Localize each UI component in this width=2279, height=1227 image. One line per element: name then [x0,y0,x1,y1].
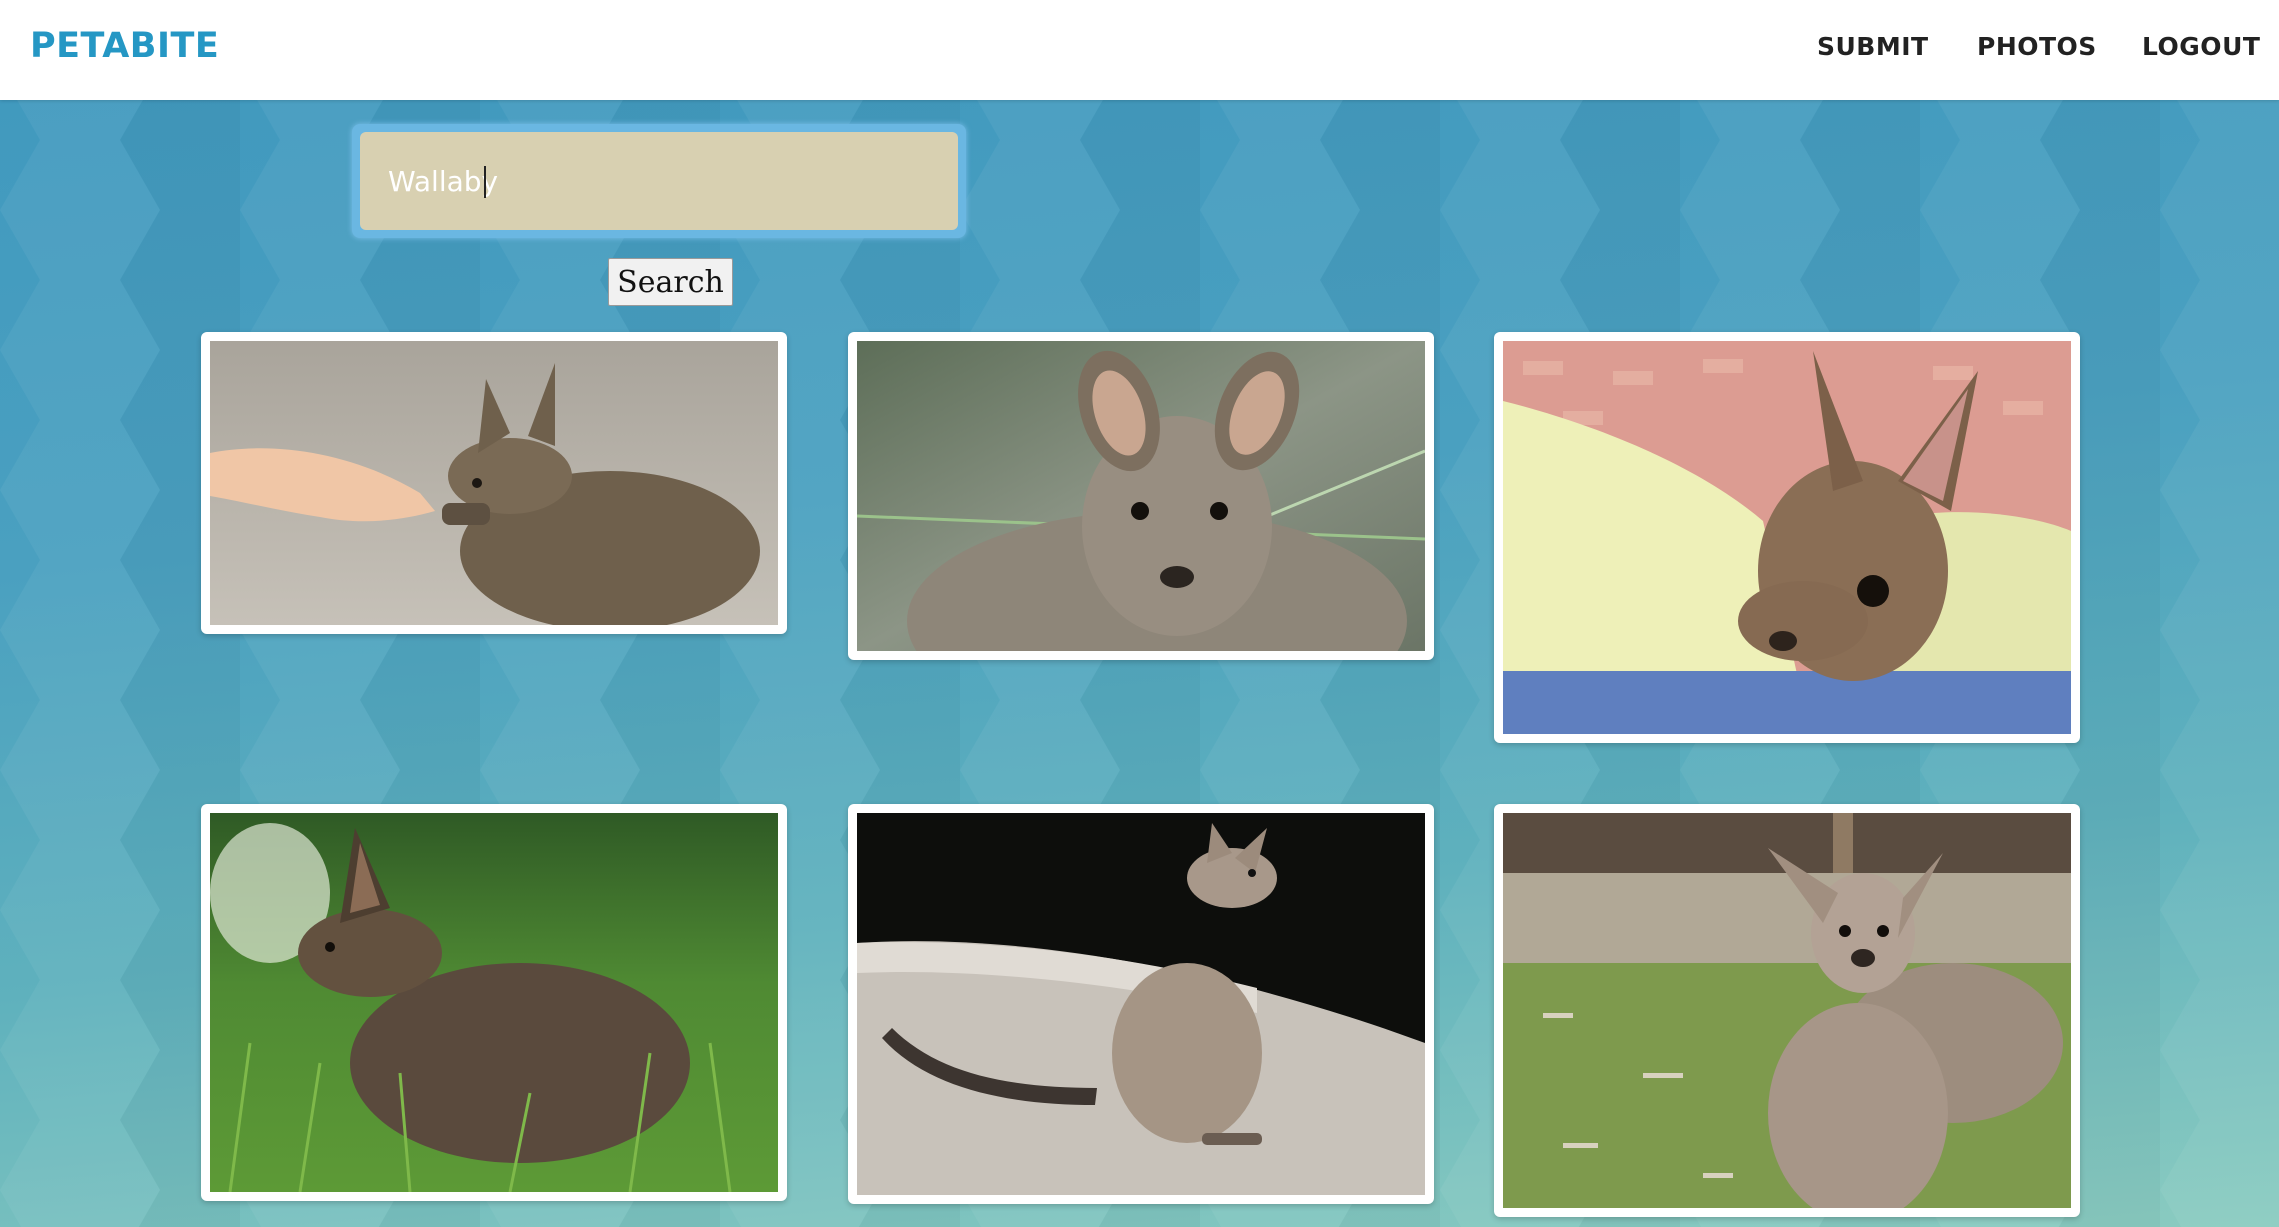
text-cursor [484,166,486,198]
wallaby-photo [210,341,778,625]
search-input[interactable] [360,132,958,230]
photo-card[interactable] [201,332,787,634]
photo-card[interactable] [1494,332,2080,743]
photo-card[interactable] [848,804,1434,1204]
top-navbar: PETABITE SUBMIT PHOTOS LOGOUT [0,0,2279,100]
photo-card[interactable] [201,804,787,1201]
photo-card[interactable] [1494,804,2080,1217]
wallaby-photo [210,813,778,1192]
nav-logout-link[interactable]: LOGOUT [2142,32,2260,61]
nav-photos-link[interactable]: PHOTOS [1977,32,2097,61]
search-button[interactable]: Search [608,258,733,306]
wallaby-photo [857,813,1425,1195]
nav-submit-link[interactable]: SUBMIT [1817,32,1929,61]
search-field-wrapper [352,124,966,238]
wallaby-photo [1503,341,2071,734]
wallaby-photo [857,341,1425,651]
photo-card[interactable] [848,332,1434,660]
wallaby-photo [1503,813,2071,1208]
brand-logo[interactable]: PETABITE [30,26,219,66]
